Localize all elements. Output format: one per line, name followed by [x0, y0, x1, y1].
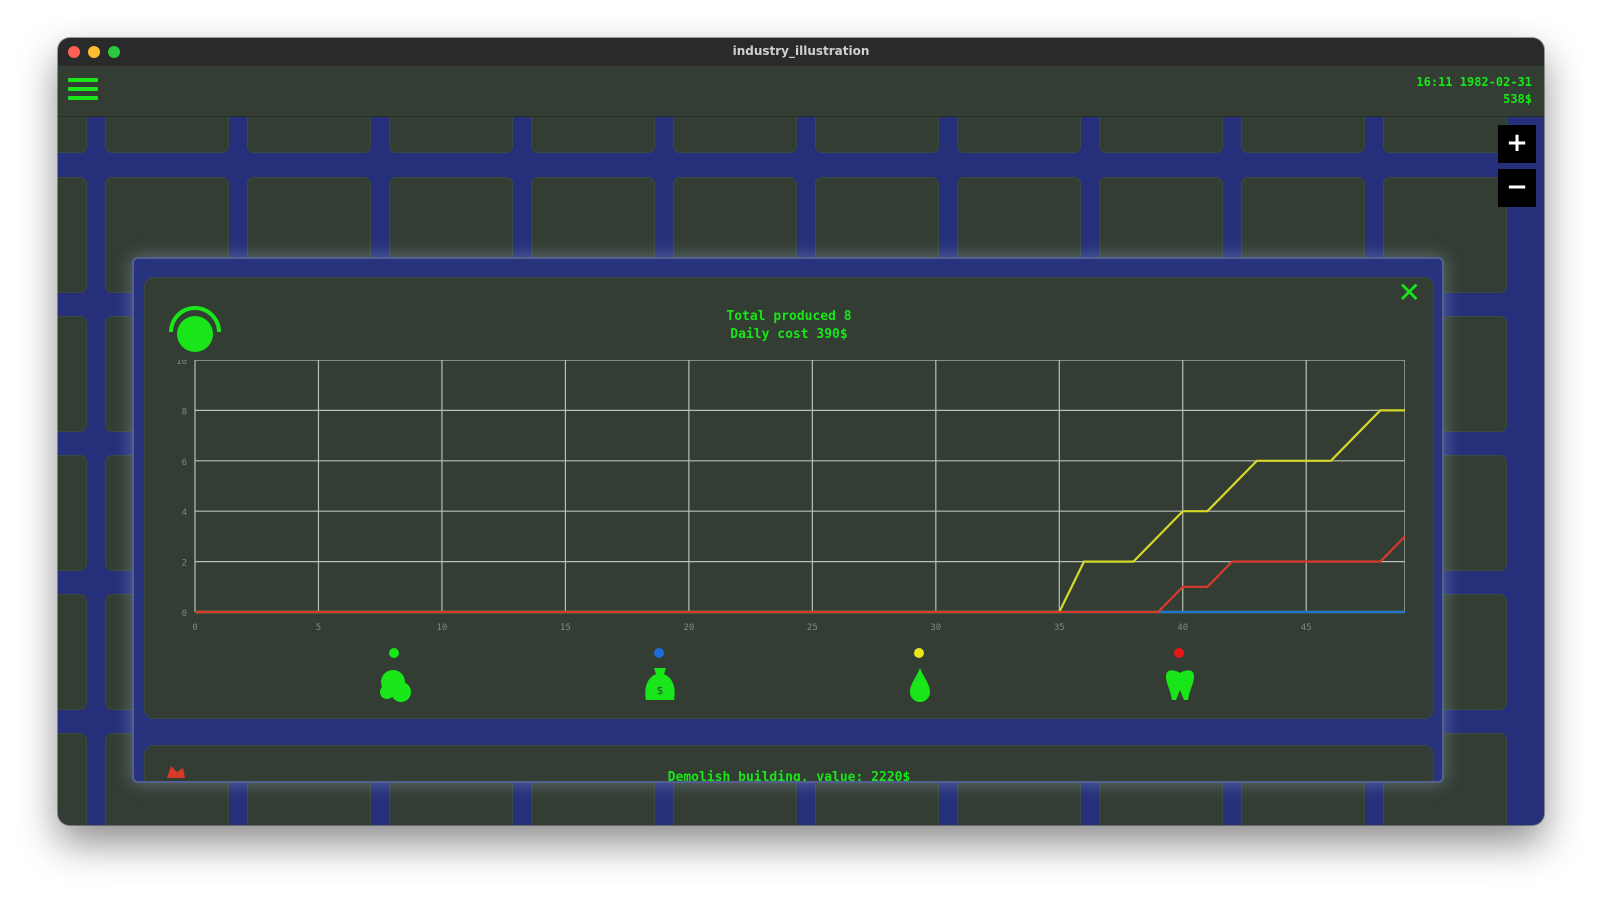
- y-tick-label: 10: [176, 360, 187, 367]
- y-tick-label: 0: [182, 609, 187, 619]
- x-tick-label: 25: [807, 623, 818, 633]
- tooth-icon: [1166, 670, 1194, 700]
- window-title: industry_illustration: [732, 44, 870, 58]
- building-actions-panel: Demolish building, value: 2220$: [144, 745, 1434, 781]
- x-tick-label: 5: [316, 623, 321, 633]
- production-chart: 0 2 4 6 8 10 0 5 10 15 20 25 30 35 40 45: [176, 360, 1405, 633]
- hamburger-icon[interactable]: [68, 78, 98, 102]
- x-tick-label: 30: [930, 623, 941, 633]
- resource-ore[interactable]: [370, 648, 420, 708]
- demolish-label[interactable]: Demolish building, value: 2220$: [145, 770, 1433, 781]
- bag-color-dot: [654, 648, 664, 658]
- y-tick-label: 6: [182, 458, 187, 468]
- tooth-color-dot: [1174, 648, 1184, 658]
- x-tick-label: 45: [1301, 623, 1312, 633]
- resource-bag[interactable]: $: [635, 648, 685, 708]
- drop-color-dot: [914, 648, 924, 658]
- total-produced-label: Total produced 8: [726, 309, 852, 324]
- title-bar: industry_illustration: [58, 38, 1544, 67]
- y-tick-label: 8: [182, 407, 187, 417]
- daily-cost-label: Daily cost 390$: [730, 327, 848, 342]
- resource-drop[interactable]: [895, 648, 945, 708]
- ore-icon: [380, 670, 411, 702]
- status-readout: 16:11 1982-02-31 538$: [1416, 74, 1532, 108]
- series-line-4: [195, 535, 1405, 614]
- top-bar: 16:11 1982-02-31 538$: [58, 66, 1544, 117]
- game-map[interactable]: + − ✕ Total produced 8 Daily cost 390$ 0…: [58, 117, 1544, 825]
- x-tick-label: 15: [560, 623, 571, 633]
- production-dialog: ✕ Total produced 8 Daily cost 390$ 0 2 4 6 8…: [132, 257, 1444, 783]
- drop-icon: [910, 668, 930, 702]
- x-tick-label: 20: [683, 623, 694, 633]
- money-label: 538$: [1503, 92, 1532, 106]
- ore-color-dot: [389, 648, 399, 658]
- x-tick-label: 40: [1177, 623, 1188, 633]
- close-icon[interactable]: ✕: [1398, 278, 1421, 308]
- svg-text:$: $: [657, 684, 664, 697]
- y-tick-label: 2: [182, 559, 187, 569]
- x-tick-label: 10: [437, 623, 448, 633]
- resource-tooth[interactable]: [1155, 648, 1205, 708]
- x-tick-label: 35: [1054, 623, 1065, 633]
- production-summary: Total produced 8 Daily cost 390$: [145, 308, 1433, 344]
- app-window: industry_illustration 16:11 1982-02-31 5…: [58, 38, 1544, 825]
- x-tick-label: 0: [192, 623, 197, 633]
- datetime-label: 16:11 1982-02-31: [1416, 75, 1532, 89]
- y-tick-label: 4: [182, 508, 187, 518]
- production-panel: ✕ Total produced 8 Daily cost 390$ 0 2 4 6 8…: [144, 277, 1434, 719]
- bag-icon: $: [645, 668, 675, 700]
